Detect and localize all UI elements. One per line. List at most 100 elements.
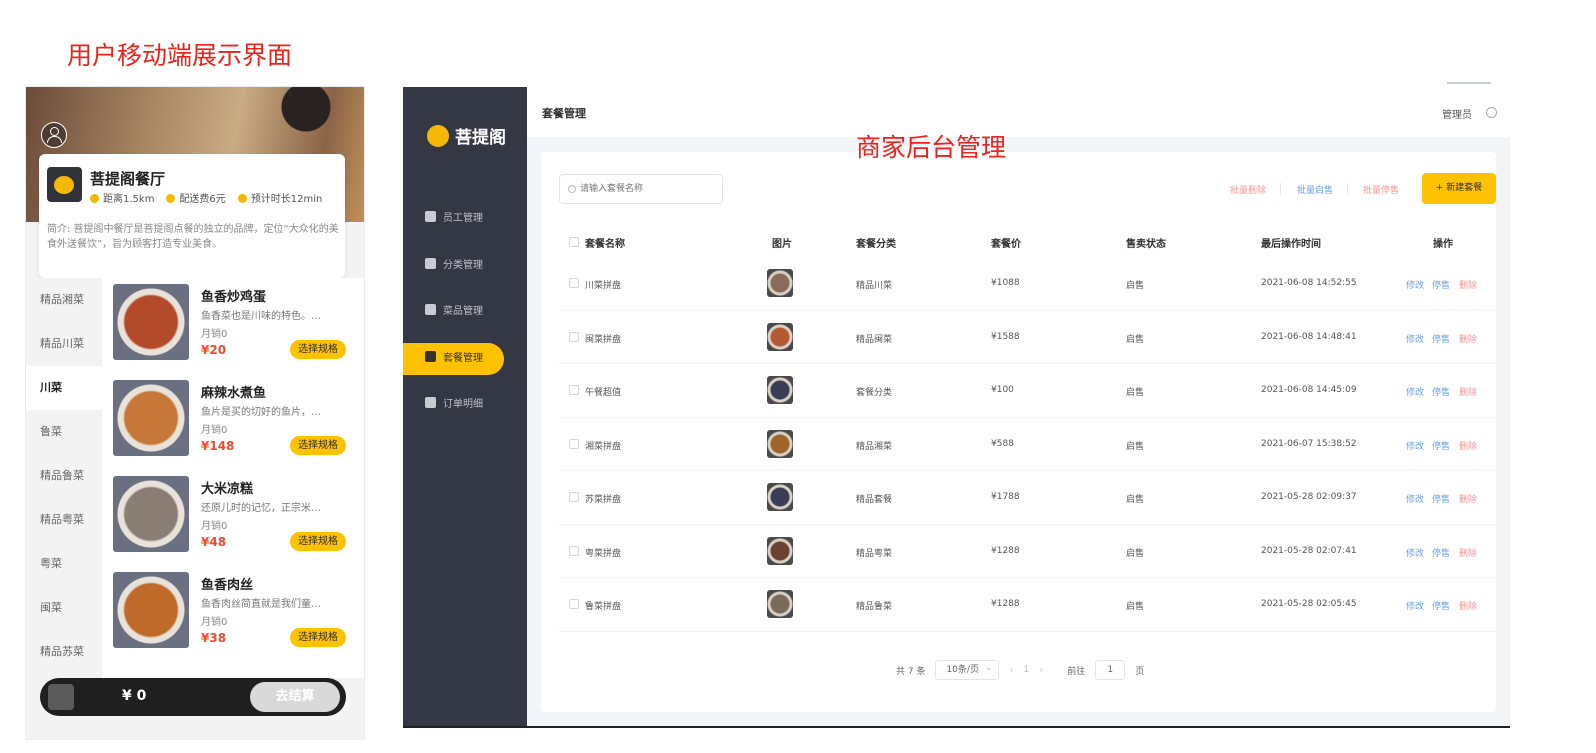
combo-price: ¥1288 (991, 545, 1020, 556)
admin-user[interactable]: 管理员 (1442, 106, 1472, 121)
dish-item[interactable]: 鱼香肉丝 鱼香肉丝简直就是我们童… 月销0 ¥38 选择规格 (113, 572, 359, 652)
edit-link[interactable]: 修改 (1406, 278, 1424, 291)
combo-price: ¥100 (991, 385, 1014, 395)
dish-item[interactable]: 鱼香炒鸡蛋 鱼香菜也是川味的特色。… 月销0 ¥20 选择规格 (113, 284, 359, 364)
combo-name: 午餐超值 (585, 388, 622, 398)
delete-link[interactable]: 删除 (1459, 599, 1477, 612)
cart-bar: ¥ 0 去结算 (40, 678, 346, 716)
page-number[interactable]: 1 (1023, 665, 1029, 675)
dish-name: 鱼香肉丝 (201, 578, 254, 593)
delete-link[interactable]: 删除 (1459, 492, 1477, 505)
category-item[interactable]: 精品湘菜 (26, 278, 102, 322)
combo-category: 套餐分类 (856, 388, 893, 398)
stop-sale-link[interactable]: 停售 (1432, 278, 1450, 291)
row-checkbox[interactable] (569, 545, 579, 556)
menu-item[interactable]: 员工管理 (403, 203, 504, 235)
combo-status: 启售 (1126, 495, 1145, 505)
row-checkbox[interactable] (569, 331, 579, 342)
dish-price: ¥48 (201, 535, 227, 549)
choose-spec-button[interactable]: 选择规格 (290, 436, 346, 455)
select-all-checkbox[interactable] (569, 237, 579, 247)
combo-category: 精品粤菜 (856, 548, 893, 559)
stop-sale-link[interactable]: 停售 (1432, 492, 1450, 505)
choose-spec-button[interactable]: 选择规格 (290, 532, 346, 551)
info-icon (425, 211, 436, 222)
choose-spec-button[interactable]: 选择规格 (290, 628, 346, 647)
edit-link[interactable]: 修改 (1406, 439, 1424, 452)
sidebar: 菩提阁 员工管理 分类管理 菜品管理 套餐管理 订单明细 (403, 87, 527, 726)
cart-total: ¥ 0 (122, 688, 147, 704)
category-item[interactable]: 精品苏菜 (26, 630, 102, 674)
mobile-app: 菩提阁餐厅 距离1.5km 配送费6元 预计时长12min 简介: 菩提阁中餐厅… (25, 86, 365, 740)
logo-icon (427, 124, 449, 147)
checkout-button[interactable]: 去结算 (250, 682, 340, 712)
cart-icon[interactable] (48, 684, 74, 710)
gift-icon (425, 350, 436, 362)
delete-link[interactable]: 删除 (1459, 332, 1477, 345)
category-item[interactable]: 鲁菜 (26, 410, 102, 454)
category-item[interactable]: 精品粤菜 (26, 498, 102, 542)
row-checkbox[interactable] (569, 492, 579, 502)
row-checkbox[interactable] (569, 278, 579, 288)
bulk-disable-button[interactable]: 批量停售 (1363, 183, 1399, 196)
stop-sale-link[interactable]: 停售 (1432, 332, 1450, 345)
menu-item[interactable]: 订单明细 (403, 389, 504, 421)
stop-sale-link[interactable]: 停售 (1432, 385, 1450, 398)
next-page-icon[interactable]: › (1039, 665, 1043, 676)
delete-link[interactable]: 删除 (1459, 278, 1477, 291)
dish-description: 还原儿时的记忆，正宗米… (201, 503, 321, 514)
distance: 距离1.5km (90, 190, 154, 205)
stop-sale-link[interactable]: 停售 (1432, 546, 1450, 559)
combo-price: ¥1088 (991, 278, 1020, 288)
goto-input[interactable]: 1 (1095, 660, 1126, 680)
row-checkbox[interactable] (569, 599, 579, 609)
search-input[interactable] (580, 180, 715, 198)
dish-price: ¥38 (201, 631, 227, 645)
dish-item[interactable]: 麻辣水煮鱼 鱼片是买的切好的鱼片，… 月销0 ¥148 选择规格 (113, 380, 359, 460)
divider (1280, 183, 1281, 195)
category-item[interactable]: 闽菜 (26, 586, 102, 630)
page-size-select[interactable]: 10条/页 (935, 659, 1000, 680)
edit-link[interactable]: 修改 (1406, 492, 1424, 505)
main-content: 批量删除 批量启售 批量停售 + 新建套餐 套餐名称 图片 套餐分类 套餐价 售… (541, 152, 1496, 712)
delete-link[interactable]: 删除 (1459, 546, 1477, 559)
prev-page-icon[interactable]: ‹ (1009, 665, 1013, 676)
row-checkbox[interactable] (569, 385, 579, 395)
edit-link[interactable]: 修改 (1406, 599, 1424, 612)
combo-image (767, 322, 793, 351)
stop-sale-link[interactable]: 停售 (1432, 439, 1450, 452)
combo-category: 精品川菜 (856, 281, 893, 291)
power-icon[interactable] (1486, 107, 1497, 118)
edit-link[interactable]: 修改 (1406, 385, 1424, 398)
dish-icon (425, 304, 436, 315)
combo-status: 启售 (1126, 388, 1145, 398)
bulk-enable-button[interactable]: 批量启售 (1297, 183, 1333, 196)
category-item[interactable]: 精品鲁菜 (26, 454, 102, 498)
col-status: 售卖状态 (1126, 239, 1166, 250)
edit-link[interactable]: 修改 (1406, 546, 1424, 559)
menu-item[interactable]: 分类管理 (403, 250, 504, 282)
combo-status: 启售 (1126, 281, 1145, 291)
delete-link[interactable]: 删除 (1459, 439, 1477, 452)
dish-sales: 月销0 (201, 521, 228, 532)
menu-item[interactable]: 套餐管理 (403, 342, 504, 375)
clipboard-icon (425, 397, 436, 408)
combo-price: ¥1588 (991, 331, 1020, 342)
combo-time: 2021-05-28 02:07:41 (1261, 545, 1357, 556)
user-icon[interactable] (41, 122, 67, 148)
menu-item[interactable]: 菜品管理 (403, 296, 504, 328)
edit-link[interactable]: 修改 (1406, 332, 1424, 345)
row-checkbox[interactable] (569, 438, 579, 449)
choose-spec-button[interactable]: 选择规格 (290, 340, 346, 359)
delete-link[interactable]: 删除 (1459, 385, 1477, 398)
stop-sale-link[interactable]: 停售 (1432, 599, 1450, 612)
new-combo-button[interactable]: + 新建套餐 (1422, 173, 1496, 204)
category-item[interactable]: 川菜 (26, 366, 102, 410)
menu-label: 分类管理 (443, 259, 483, 271)
dish-image (113, 380, 189, 456)
category-item[interactable]: 粤菜 (26, 542, 102, 586)
col-price: 套餐价 (991, 239, 1021, 250)
category-item[interactable]: 精品川菜 (26, 322, 102, 366)
bulk-delete-button[interactable]: 批量删除 (1230, 183, 1266, 196)
dish-item[interactable]: 大米凉糕 还原儿时的记忆，正宗米… 月销0 ¥48 选择规格 (113, 476, 359, 556)
